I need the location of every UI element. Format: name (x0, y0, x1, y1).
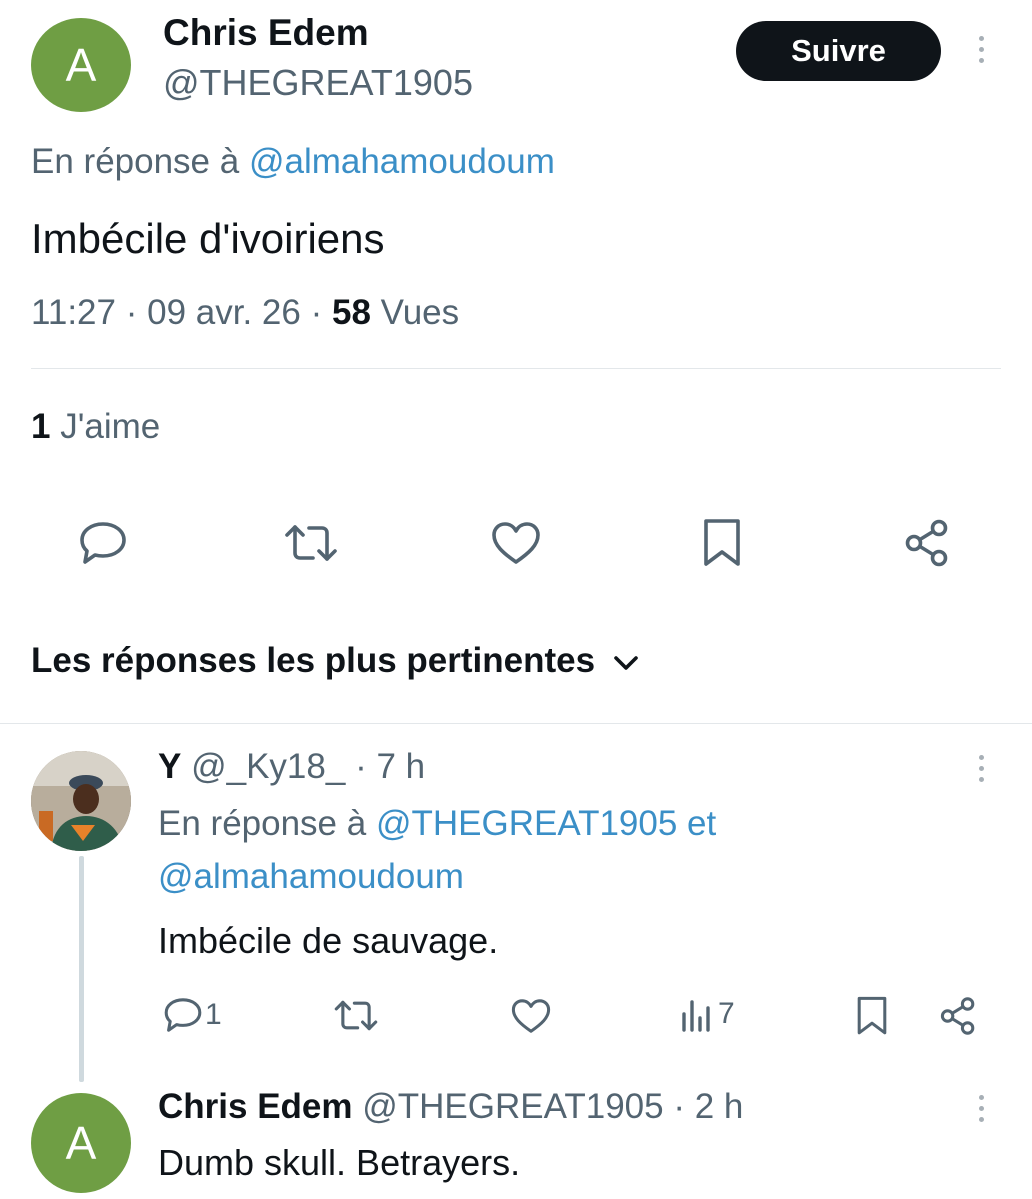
thread-line (79, 856, 84, 1082)
reply-to-link[interactable]: @almahamoudoum (249, 142, 555, 181)
tweet-date[interactable]: 09 avr. 26 (147, 293, 301, 332)
avatar[interactable]: A (31, 18, 131, 112)
separator: · (310, 293, 323, 332)
avatar-letter: A (65, 1117, 97, 1169)
replies-sort-label: Les réponses les plus pertinentes (31, 641, 596, 680)
reply-button[interactable]: 1 (163, 996, 222, 1034)
views-label: Vues (380, 293, 460, 332)
bookmark-icon[interactable] (856, 996, 888, 1036)
share-icon[interactable] (938, 996, 978, 1036)
reply-context: En réponse à @almahamoudoum (31, 142, 555, 182)
retweet-icon[interactable] (283, 523, 339, 563)
chevron-down-icon (613, 641, 639, 681)
reply-author-handle[interactable]: @_Ky18_ (191, 747, 345, 786)
reply-author-name[interactable]: Y (158, 747, 181, 786)
retweet-icon[interactable] (333, 999, 379, 1032)
reply-header: Chris Edem @THEGREAT1905 · 2 h (158, 1087, 743, 1127)
reply-prefix: En réponse à (158, 804, 367, 843)
more-options-icon[interactable] (976, 755, 986, 782)
analytics-icon (680, 996, 714, 1032)
reply-time[interactable]: 2 h (695, 1087, 744, 1126)
more-options-icon[interactable] (976, 36, 986, 63)
divider (31, 368, 1001, 369)
likes-summary[interactable]: 1 J'aime (31, 407, 160, 447)
author-handle[interactable]: @THEGREAT1905 (163, 62, 473, 104)
reply-context: En réponse à @THEGREAT1905 et (158, 804, 716, 844)
more-options-icon[interactable] (976, 1095, 986, 1122)
reply-to-link[interactable]: @THEGREAT1905 et (376, 804, 716, 843)
reply-time[interactable]: 7 h (376, 747, 425, 786)
reply-text: Imbécile de sauvage. (158, 920, 499, 961)
divider (0, 723, 1032, 724)
like-icon[interactable] (511, 998, 551, 1034)
reply-icon[interactable] (78, 520, 128, 566)
likes-label: J'aime (60, 407, 161, 446)
avatar-letter: A (65, 39, 97, 91)
author-display-name[interactable]: Chris Edem (163, 12, 369, 54)
follow-button[interactable]: Suivre (736, 21, 941, 81)
avatar[interactable] (31, 751, 131, 851)
separator: · (673, 1087, 685, 1126)
reply-count: 1 (205, 998, 222, 1031)
reply-to-link[interactable]: @almahamoudoum (158, 857, 464, 897)
views-count: 58 (331, 293, 371, 332)
reply-prefix: En réponse à (31, 142, 240, 181)
bookmark-icon[interactable] (702, 518, 742, 568)
reply-text: Dumb skull. Betrayers. (158, 1142, 521, 1183)
follow-button-label: Suivre (791, 33, 886, 68)
separator: · (355, 747, 367, 786)
avatar[interactable]: A (31, 1093, 131, 1193)
reply-author-name[interactable]: Chris Edem (158, 1087, 353, 1126)
like-icon[interactable] (491, 521, 541, 565)
views-count: 7 (718, 997, 735, 1030)
reply-icon (163, 996, 203, 1034)
reply-author-handle[interactable]: @THEGREAT1905 (362, 1087, 663, 1126)
tweet-meta: 11:27 · 09 avr. 26 · 58 Vues (31, 293, 459, 333)
views-button[interactable]: 7 (680, 996, 735, 1032)
likes-count: 1 (31, 407, 51, 446)
separator: · (125, 293, 138, 332)
reply-header: Y @_Ky18_ · 7 h (158, 747, 425, 787)
share-icon[interactable] (902, 518, 952, 568)
tweet-time[interactable]: 11:27 (31, 293, 116, 332)
tweet-text: Imbécile d'ivoiriens (31, 215, 385, 262)
replies-sort-dropdown[interactable]: Les réponses les plus pertinentes (31, 641, 639, 681)
